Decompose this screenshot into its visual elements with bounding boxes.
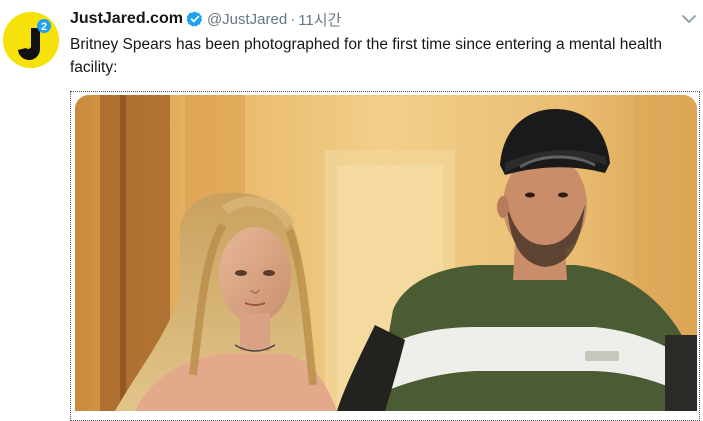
tweet-header: JustJared.com @JustJared · 11시간 [70,8,341,30]
justjared-logo: 2 [3,12,59,68]
tweet-photo[interactable] [75,95,697,411]
photo-of-two-people-in-hallway [75,95,697,411]
verified-badge-icon [186,11,203,27]
separator-dot: · [290,10,296,28]
user-handle[interactable]: @JustJared [207,11,287,28]
tweet-text: Britney Spears has been photographed for… [70,36,662,76]
display-name[interactable]: JustJared.com [70,10,183,28]
chevron-down-icon[interactable] [681,12,697,26]
timestamp[interactable]: 11시간 [298,9,341,30]
avatar[interactable]: 2 [3,12,59,68]
svg-text:2: 2 [41,21,47,33]
